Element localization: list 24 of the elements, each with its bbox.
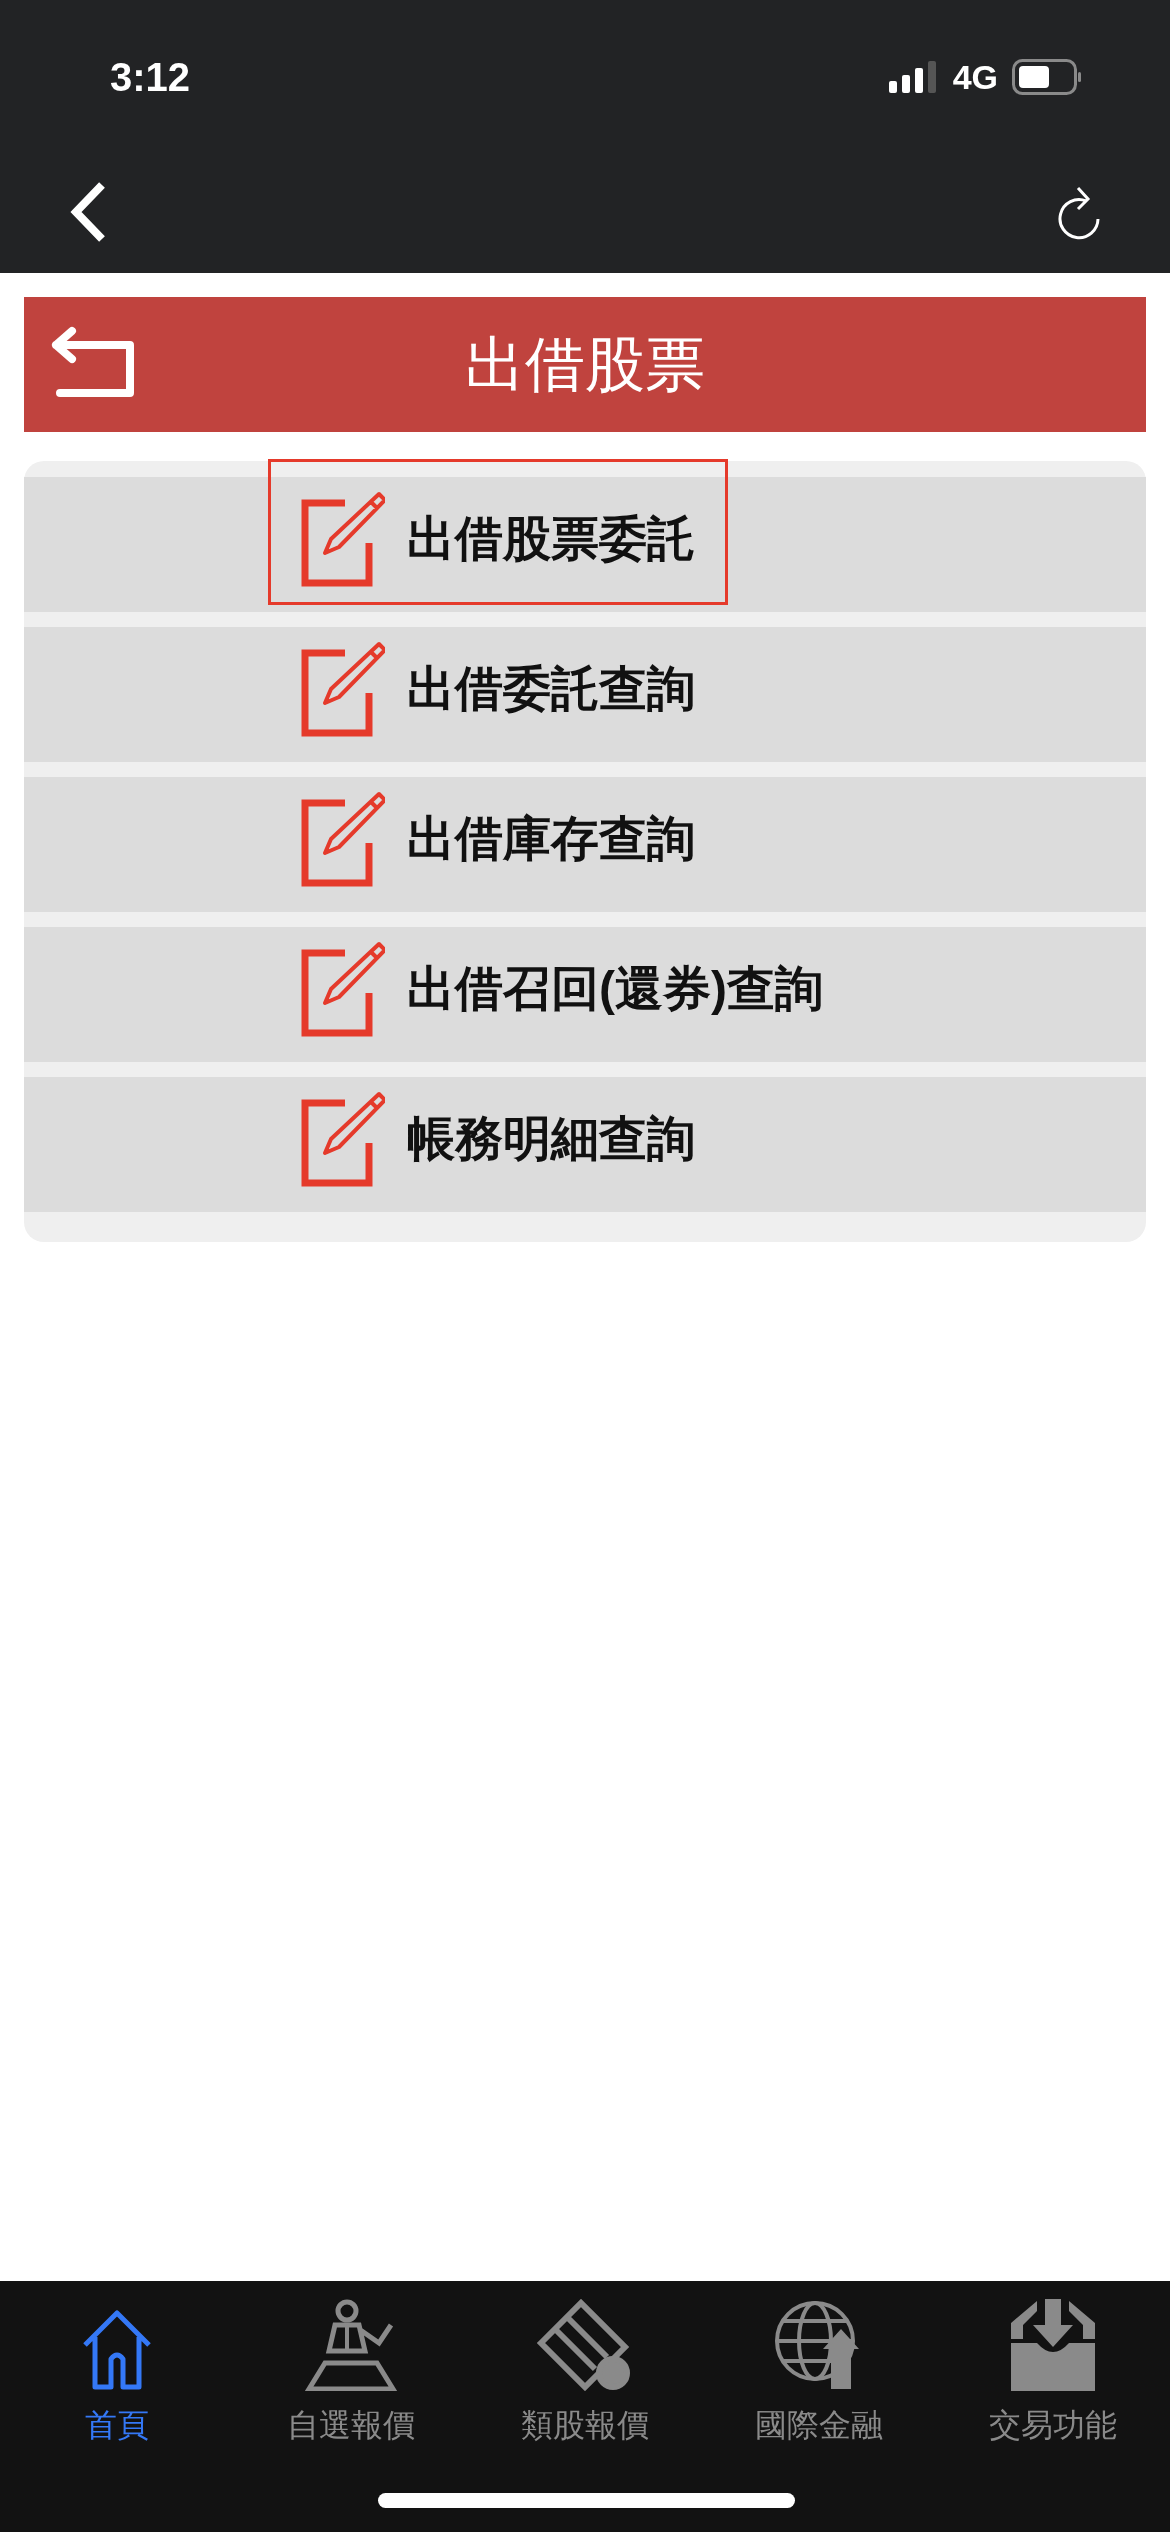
tab[interactable]: 交易功能: [936, 2299, 1170, 2449]
battery-icon: [1012, 59, 1082, 95]
film-icon: [537, 2299, 633, 2391]
menu-item[interactable]: 出借召回(還券)查詢: [268, 908, 856, 1055]
tab[interactable]: 國際金融: [702, 2299, 936, 2449]
edit-icon: [301, 490, 385, 587]
back-icon[interactable]: [68, 180, 108, 243]
edit-icon: [301, 1090, 385, 1187]
edit-icon: [301, 940, 385, 1037]
edit-icon: [301, 640, 385, 737]
menu-item[interactable]: 出借股票委託: [268, 458, 728, 605]
tab[interactable]: 首頁: [0, 2299, 234, 2449]
menu-item[interactable]: 帳務明細查詢: [268, 1058, 728, 1205]
network-label: 4G: [952, 56, 998, 98]
menu-item[interactable]: 出借委託查詢: [268, 608, 728, 755]
status-time: 3:12: [110, 54, 191, 101]
menu-item[interactable]: 出借庫存查詢: [268, 758, 728, 905]
tab[interactable]: 類股報價: [468, 2299, 702, 2449]
page-title: 出借股票: [465, 329, 705, 400]
home-icon: [81, 2307, 153, 2391]
tab[interactable]: 自選報價: [234, 2299, 468, 2449]
signal-icon: [888, 59, 939, 95]
person-icon: [305, 2299, 397, 2391]
edit-icon: [301, 790, 385, 887]
